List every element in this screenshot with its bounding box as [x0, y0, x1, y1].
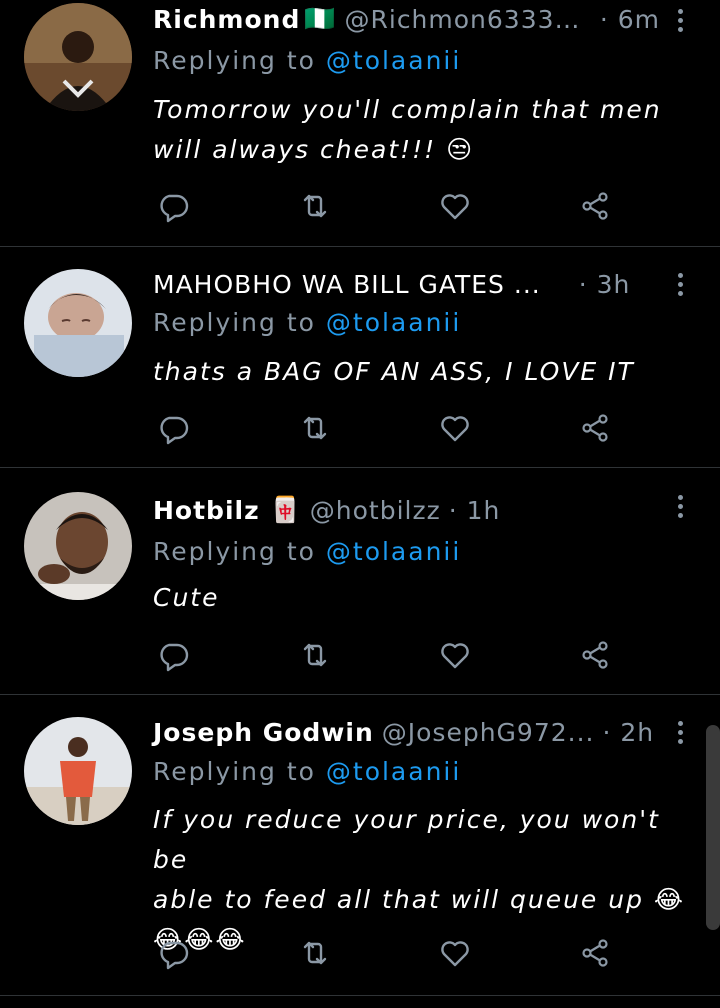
- retweet-icon[interactable]: [297, 410, 333, 446]
- mention-link[interactable]: @tolaanii: [326, 308, 461, 337]
- timestamp[interactable]: · 6m: [600, 5, 660, 34]
- tweet-text: thats a BAG OF AN ASS, I LOVE IT: [153, 357, 635, 386]
- tweet-text: Cute: [153, 583, 220, 612]
- mahjong-emoji: 🀄: [269, 495, 302, 524]
- share-icon[interactable]: [577, 637, 613, 673]
- tweet-actions: [155, 188, 615, 228]
- user-handle[interactable]: @hotbilzz: [310, 496, 441, 525]
- avatar[interactable]: [24, 269, 132, 377]
- tweet-joseph-godwin[interactable]: Joseph Godwin @JosephG972... · 2h Replyi…: [0, 695, 720, 996]
- share-icon[interactable]: [577, 410, 613, 446]
- replying-to: Replying to @tolaanii: [153, 308, 462, 337]
- like-icon[interactable]: [437, 637, 473, 673]
- tweet-actions: [155, 637, 615, 677]
- user-handle[interactable]: @Richmon63332...: [345, 5, 592, 34]
- share-icon[interactable]: [577, 935, 613, 971]
- retweet-icon[interactable]: [297, 935, 333, 971]
- tweet-text: Tomorrow you'll complain that men will a…: [153, 95, 662, 164]
- like-icon[interactable]: [437, 935, 473, 971]
- more-options-icon[interactable]: [670, 712, 690, 752]
- retweet-icon[interactable]: [297, 188, 333, 224]
- avatar[interactable]: [24, 3, 132, 111]
- replying-to: Replying to @tolaanii: [153, 46, 462, 75]
- avatar[interactable]: [24, 717, 132, 825]
- tweet-actions: [155, 410, 615, 450]
- tweet-hotbilz[interactable]: Hotbilz 🀄 @hotbilzz · 1h Replying to @to…: [0, 468, 720, 695]
- more-options-icon[interactable]: [670, 486, 690, 526]
- mention-link[interactable]: @tolaanii: [326, 537, 461, 566]
- avatar[interactable]: [24, 492, 132, 600]
- tweet-richmond[interactable]: Richmond 🇳🇬 @Richmon63332... · 6m Replyi…: [0, 0, 720, 247]
- retweet-icon[interactable]: [297, 637, 333, 673]
- more-options-icon[interactable]: [670, 0, 690, 40]
- reply-icon[interactable]: [155, 410, 191, 446]
- more-options-icon[interactable]: [670, 264, 690, 304]
- display-name[interactable]: MAHOBHO WA BILL GATES ...: [153, 270, 541, 299]
- tweet-actions: [155, 935, 615, 975]
- replying-to: Replying to @tolaanii: [153, 757, 462, 786]
- display-name[interactable]: Hotbilz: [153, 496, 260, 525]
- timestamp[interactable]: · 2h: [602, 718, 654, 747]
- timestamp[interactable]: · 1h: [449, 496, 501, 525]
- reply-icon[interactable]: [155, 637, 191, 673]
- reply-icon[interactable]: [155, 935, 191, 971]
- like-icon[interactable]: [437, 410, 473, 446]
- timestamp[interactable]: · 3h: [579, 270, 631, 299]
- replying-to: Replying to @tolaanii: [153, 537, 462, 566]
- reply-icon[interactable]: [155, 188, 191, 224]
- display-name[interactable]: Joseph Godwin: [153, 718, 374, 747]
- user-handle[interactable]: @JosephG972...: [382, 718, 595, 747]
- mention-link[interactable]: @tolaanii: [326, 46, 461, 75]
- mention-link[interactable]: @tolaanii: [326, 757, 461, 786]
- tweet-mahobho[interactable]: MAHOBHO WA BILL GATES ... · 3h Replying …: [0, 247, 720, 468]
- scrollbar[interactable]: [706, 725, 720, 930]
- display-name[interactable]: Richmond: [153, 5, 300, 34]
- flag-emoji: 🇳🇬: [304, 4, 337, 33]
- share-icon[interactable]: [577, 188, 613, 224]
- like-icon[interactable]: [437, 188, 473, 224]
